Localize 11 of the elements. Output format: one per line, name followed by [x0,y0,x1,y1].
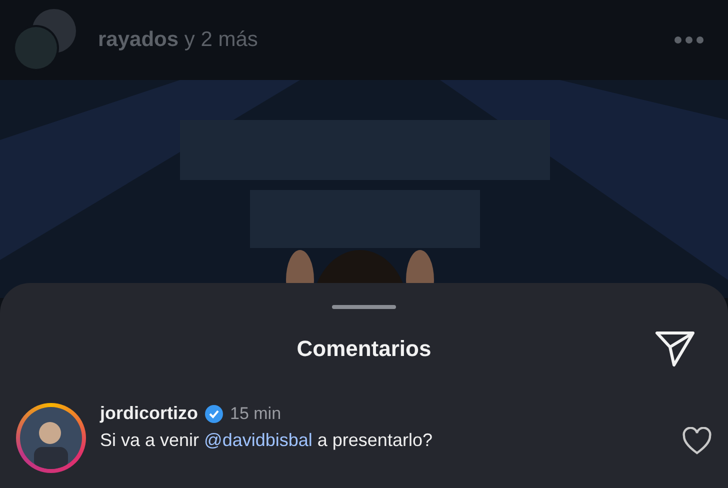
comment-text: a presentarlo? [317,430,432,451]
more-icon[interactable] [674,36,704,44]
comment-text: Si va a venir [100,430,200,451]
comment-username[interactable]: jordicortizo [100,403,198,424]
mention-link[interactable]: @davidbisbal [204,430,312,451]
send-icon[interactable] [654,329,696,369]
comment-time: 15 min [230,404,282,424]
avatar-icon [20,407,82,469]
heart-icon[interactable] [682,427,712,455]
sheet-title: Comentarios [296,336,432,362]
drag-handle[interactable] [332,305,396,309]
